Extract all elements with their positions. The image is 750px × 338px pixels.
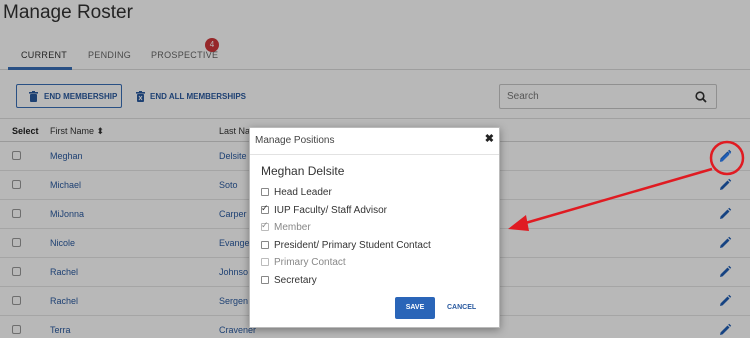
manage-positions-dialog: Manage Positions ✖ Meghan Delsite Head L… [249, 127, 500, 328]
save-button[interactable]: SAVE [395, 297, 435, 319]
position-checkbox[interactable] [261, 241, 269, 249]
position-option-president[interactable]: President/ Primary Student Contact [261, 238, 431, 252]
position-label: IUP Faculty/ Staff Advisor [274, 204, 388, 216]
annotation-arrow [521, 167, 713, 226]
close-icon[interactable]: ✖ [485, 132, 494, 145]
position-checkbox [261, 258, 269, 266]
position-option-primary-contact: Primary Contact [261, 255, 346, 269]
position-checkbox[interactable] [261, 203, 269, 214]
position-checkbox [261, 220, 269, 231]
annotation-arrowhead [508, 215, 529, 231]
position-label: President/ Primary Student Contact [274, 239, 431, 251]
position-option-secretary[interactable]: Secretary [261, 273, 317, 287]
dialog-header: Manage Positions ✖ [250, 128, 499, 155]
position-option-member: Member [261, 220, 311, 234]
position-label: Primary Contact [274, 256, 346, 268]
cancel-button[interactable]: CANCEL [447, 297, 476, 319]
position-label: Secretary [274, 274, 317, 286]
dialog-title: Manage Positions [255, 135, 335, 146]
position-label: Member [274, 221, 311, 233]
position-option-faculty-advisor[interactable]: IUP Faculty/ Staff Advisor [261, 203, 387, 217]
position-checkbox[interactable] [261, 188, 269, 196]
position-option-head-leader[interactable]: Head Leader [261, 185, 332, 199]
highlight-circle [709, 140, 745, 176]
position-label: Head Leader [274, 186, 332, 198]
member-name: Meghan Delsite [261, 164, 345, 178]
position-checkbox[interactable] [261, 276, 269, 284]
